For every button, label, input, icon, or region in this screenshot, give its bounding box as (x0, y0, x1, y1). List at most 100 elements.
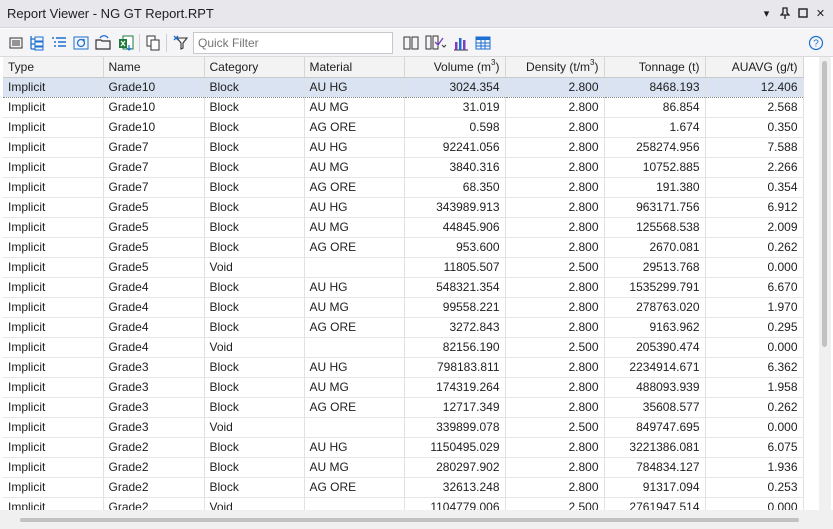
cell-type[interactable]: Implicit (3, 397, 104, 418)
cell-category[interactable]: Block (204, 297, 305, 318)
cell-name[interactable]: Grade3 (103, 397, 205, 418)
cell-category[interactable]: Block (204, 357, 305, 378)
cell-auavg[interactable]: 0.350 (705, 117, 804, 138)
table-row[interactable]: Implicit Grade7 Block AU MG 3840.316 2.800 107… (3, 157, 804, 178)
cell-volume[interactable]: 953.600 (404, 237, 506, 258)
cell-type[interactable]: Implicit (3, 277, 104, 298)
column-header-name[interactable]: Name (103, 57, 205, 78)
cell-tonnage[interactable]: 963171.756 (604, 197, 706, 218)
table-row[interactable]: Implicit Grade3 Void 339899.078 2.500 849747.… (3, 417, 804, 438)
column-header-volume[interactable]: Volume (m3) (404, 57, 506, 78)
cell-material[interactable]: AU MG (304, 377, 405, 398)
cell-name[interactable]: Grade4 (103, 277, 205, 298)
table-row[interactable]: Implicit Grade10 Block AU HG 3024.354 2.800 84… (3, 76, 804, 98)
cell-name[interactable]: Grade7 (103, 137, 205, 158)
cell-auavg[interactable]: 0.295 (705, 317, 804, 338)
cell-category[interactable]: Block (204, 237, 305, 258)
maximize-icon[interactable] (796, 5, 809, 21)
cell-type[interactable]: Implicit (3, 317, 104, 338)
cell-auavg[interactable]: 1.958 (705, 377, 804, 398)
cell-volume[interactable]: 798183.811 (404, 357, 506, 378)
cell-auavg[interactable]: 0.000 (705, 497, 804, 510)
tree-view-icon[interactable] (28, 34, 46, 52)
table-row[interactable]: Implicit Grade4 Block AU MG 99558.221 2.800 27… (3, 297, 804, 318)
table-row[interactable]: Implicit Grade2 Block AG ORE 32613.248 2.800 9… (3, 477, 804, 498)
quick-filter-input[interactable] (193, 32, 393, 54)
cell-auavg[interactable]: 0.262 (705, 397, 804, 418)
cell-name[interactable]: Grade3 (103, 417, 205, 438)
table-row[interactable]: Implicit Grade2 Void 1104779.006 2.500 276194… (3, 497, 804, 510)
cell-type[interactable]: Implicit (3, 417, 104, 438)
cell-material[interactable]: AU HG (304, 357, 405, 378)
cell-density[interactable]: 2.500 (505, 257, 605, 278)
cell-volume[interactable]: 99558.221 (404, 297, 506, 318)
cell-category[interactable]: Block (204, 477, 305, 498)
cell-density[interactable]: 2.500 (505, 417, 605, 438)
cell-name[interactable]: Grade4 (103, 337, 205, 358)
table-row[interactable]: Implicit Grade3 Block AU MG 174319.264 2.800 4… (3, 377, 804, 398)
cell-tonnage[interactable]: 125568.538 (604, 217, 706, 238)
cell-tonnage[interactable]: 258274.956 (604, 137, 706, 158)
cell-name[interactable]: Grade4 (103, 317, 205, 338)
cell-volume[interactable]: 1150495.029 (404, 437, 506, 458)
cell-material[interactable]: AU HG (304, 197, 405, 218)
cell-name[interactable]: Grade2 (103, 477, 205, 498)
close-icon[interactable]: ✕ (814, 5, 827, 21)
cell-volume[interactable]: 1104779.006 (404, 497, 506, 510)
cell-tonnage[interactable]: 29513.768 (604, 257, 706, 278)
cell-type[interactable]: Implicit (3, 177, 104, 198)
cell-material[interactable]: AU MG (304, 297, 405, 318)
cell-material[interactable]: AU HG (304, 76, 405, 98)
cell-name[interactable]: Grade5 (103, 237, 205, 258)
cell-name[interactable]: Grade10 (103, 97, 205, 118)
table-row[interactable]: Implicit Grade5 Block AG ORE 953.600 2.800 267… (3, 237, 804, 258)
outline-view-icon[interactable] (50, 34, 68, 52)
cell-category[interactable]: Block (204, 137, 305, 158)
cell-name[interactable]: Grade2 (103, 497, 205, 510)
cell-type[interactable]: Implicit (3, 477, 104, 498)
cell-type[interactable]: Implicit (3, 377, 104, 398)
cell-auavg[interactable]: 6.075 (705, 437, 804, 458)
column-header-tonnage[interactable]: Tonnage (t) (604, 57, 706, 78)
cell-tonnage[interactable]: 1535299.791 (604, 277, 706, 298)
table-row[interactable]: Implicit Grade10 Block AU MG 31.019 2.800 86.8… (3, 97, 804, 118)
horizontal-scrollbar[interactable] (0, 510, 833, 529)
cell-tonnage[interactable]: 191.380 (604, 177, 706, 198)
cell-tonnage[interactable]: 1.674 (604, 117, 706, 138)
cell-volume[interactable]: 3024.354 (404, 76, 506, 98)
cell-density[interactable]: 2.800 (505, 297, 605, 318)
cell-category[interactable]: Block (204, 437, 305, 458)
cell-name[interactable]: Grade2 (103, 437, 205, 458)
cell-volume[interactable]: 174319.264 (404, 377, 506, 398)
cell-volume[interactable]: 339899.078 (404, 417, 506, 438)
cell-tonnage[interactable]: 8468.193 (604, 76, 706, 98)
cell-material[interactable]: AU MG (304, 457, 405, 478)
cell-density[interactable]: 2.800 (505, 97, 605, 118)
cell-tonnage[interactable]: 10752.885 (604, 157, 706, 178)
cell-material[interactable] (304, 337, 405, 358)
cell-category[interactable]: Void (204, 337, 305, 358)
cell-density[interactable]: 2.800 (505, 477, 605, 498)
columns-icon[interactable] (402, 34, 420, 52)
cell-material[interactable]: AG ORE (304, 177, 405, 198)
cell-category[interactable]: Block (204, 157, 305, 178)
cell-auavg[interactable]: 2.009 (705, 217, 804, 238)
cell-material[interactable]: AG ORE (304, 397, 405, 418)
cell-name[interactable]: Grade7 (103, 157, 205, 178)
cell-material[interactable] (304, 257, 405, 278)
horizontal-scroll-thumb[interactable] (20, 518, 799, 522)
cell-category[interactable]: Block (204, 177, 305, 198)
cell-density[interactable]: 2.500 (505, 337, 605, 358)
cell-material[interactable]: AU MG (304, 157, 405, 178)
cell-tonnage[interactable]: 488093.939 (604, 377, 706, 398)
table-row[interactable]: Implicit Grade10 Block AG ORE 0.598 2.800 1.67… (3, 117, 804, 138)
cell-auavg[interactable]: 0.354 (705, 177, 804, 198)
cell-density[interactable]: 2.800 (505, 377, 605, 398)
cell-type[interactable]: Implicit (3, 137, 104, 158)
cell-category[interactable]: Block (204, 277, 305, 298)
cell-volume[interactable]: 44845.906 (404, 217, 506, 238)
cell-density[interactable]: 2.800 (505, 137, 605, 158)
cell-type[interactable]: Implicit (3, 497, 104, 510)
cell-tonnage[interactable]: 849747.695 (604, 417, 706, 438)
cell-material[interactable]: AG ORE (304, 237, 405, 258)
